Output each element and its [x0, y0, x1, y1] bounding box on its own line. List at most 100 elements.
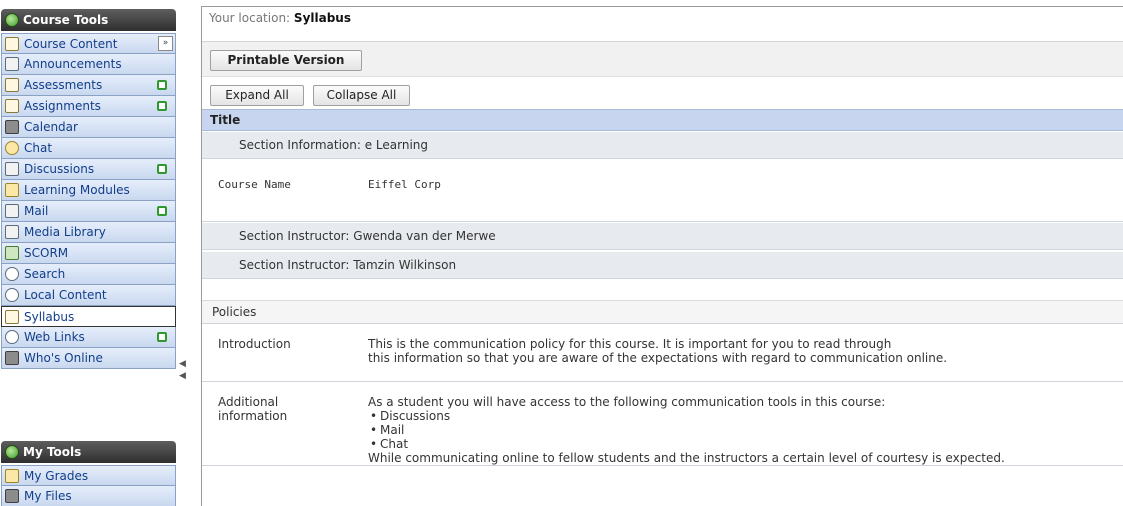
sidebar-item-announcements[interactable]: Announcements: [1, 54, 176, 75]
introduction-text: This is the communication policy for thi…: [368, 337, 1108, 365]
sidebar-item-label: Web Links: [24, 330, 85, 344]
sidebar-item-scorm[interactable]: SCORM: [1, 243, 176, 264]
additional-intro: As a student you will have access to the…: [368, 395, 886, 409]
discussions-icon: [5, 162, 19, 176]
learning-modules-icon: [5, 183, 19, 197]
assessments-icon: [5, 78, 19, 92]
list-item: Discussions: [368, 409, 1108, 423]
sidebar-item-mail[interactable]: Mail: [1, 201, 176, 222]
additional-closing: While communicating online to fellow stu…: [368, 451, 1005, 465]
communication-tools-list: Discussions Mail Chat: [368, 409, 1108, 451]
my-tools-icon: [5, 445, 19, 459]
list-item: Mail: [368, 423, 1108, 437]
additional-information-label: Additional information: [218, 395, 348, 423]
sidebar-item-label: Who's Online: [24, 351, 103, 365]
sidebar-item-label: Course Content: [24, 37, 118, 51]
sidebar-item-label: Discussions: [24, 162, 95, 176]
sidebar-item-assessments[interactable]: Assessments: [1, 75, 176, 96]
my-files-icon: [5, 489, 19, 503]
sidebar-item-discussions[interactable]: Discussions: [1, 159, 176, 180]
my-tools-list: My Grades My Files: [1, 465, 176, 506]
search-icon: [5, 267, 19, 281]
list-item: Chat: [368, 437, 1108, 451]
course-name-row: Course Name Eiffel Corp: [202, 160, 1123, 222]
sidebar-item-web-links[interactable]: Web Links: [1, 327, 176, 348]
my-tools-header-label: My Tools: [23, 445, 82, 459]
mail-icon: [5, 204, 19, 218]
new-item-badge: [157, 80, 167, 90]
sidebar-item-course-content[interactable]: Course Content »: [1, 33, 176, 54]
introduction-line: this information so that you are aware o…: [368, 351, 948, 365]
course-tools-list: Course Content » Announcements Assessmen…: [1, 33, 176, 369]
sidebar-item-search[interactable]: Search: [1, 264, 176, 285]
sidebar-item-label: Mail: [24, 204, 49, 218]
new-item-badge: [157, 101, 167, 111]
sidebar-item-learning-modules[interactable]: Learning Modules: [1, 180, 176, 201]
scorm-icon: [5, 246, 19, 260]
section-instructor-row[interactable]: Section Instructor: Tamzin Wilkinson: [202, 252, 1123, 279]
additional-label-line: information: [218, 409, 288, 423]
sidebar-item-label: My Grades: [24, 469, 89, 483]
sidebar-item-my-grades[interactable]: My Grades: [1, 465, 176, 486]
sidebar-item-media-library[interactable]: Media Library: [1, 222, 176, 243]
sidebar-item-chat[interactable]: Chat: [1, 138, 176, 159]
course-tools-icon: [5, 13, 19, 27]
course-content-icon: [5, 37, 19, 51]
sidebar-item-label: Assessments: [24, 78, 103, 92]
breadcrumb-current: Syllabus: [293, 11, 351, 25]
assignments-icon: [5, 99, 19, 113]
new-item-badge: [157, 332, 167, 342]
introduction-line: This is the communication policy for thi…: [368, 337, 892, 351]
sidebar-item-my-files[interactable]: My Files: [1, 486, 176, 506]
whos-online-icon: [5, 351, 19, 365]
course-name-value: Eiffel Corp: [368, 178, 441, 191]
section-information-row[interactable]: Section Information: e Learning: [202, 132, 1123, 159]
new-item-badge: [157, 206, 167, 216]
section-instructor-row[interactable]: Section Instructor: Gwenda van der Merwe: [202, 223, 1123, 250]
sidebar-item-label: Search: [24, 267, 66, 281]
sidebar-item-label: Local Content: [24, 288, 107, 302]
sidebar-item-label: Learning Modules: [24, 183, 130, 197]
policies-header[interactable]: Policies: [202, 300, 1123, 324]
additional-information-text: As a student you will have access to the…: [368, 395, 1108, 465]
sidebar-item-label: Chat: [24, 141, 53, 155]
expand-all-button[interactable]: Expand All: [210, 85, 304, 106]
sidebar-item-syllabus[interactable]: Syllabus: [1, 306, 176, 327]
web-links-globe-icon: [5, 330, 19, 344]
printable-version-button[interactable]: Printable Version: [210, 50, 362, 71]
announcements-icon: [5, 57, 19, 71]
course-tools-header[interactable]: Course Tools: [1, 9, 176, 31]
title-header[interactable]: Title: [202, 109, 1123, 131]
collapse-all-button[interactable]: Collapse All: [313, 85, 410, 106]
chevron-down-icon[interactable]: »: [158, 36, 173, 51]
media-library-icon: [5, 225, 19, 239]
my-grades-icon: [5, 469, 19, 483]
sidebar-item-label: Calendar: [24, 120, 78, 134]
course-name-label: Course Name: [218, 178, 291, 191]
sidebar-item-local-content[interactable]: Local Content: [1, 285, 176, 306]
sidebar-item-calendar[interactable]: Calendar: [1, 117, 176, 138]
sidebar-item-label: SCORM: [24, 246, 69, 260]
introduction-label: Introduction: [218, 337, 291, 351]
sidebar: Course Tools Course Content » Announceme…: [0, 0, 194, 506]
chat-bubble-icon: [5, 141, 19, 155]
sidebar-item-label: Assignments: [24, 99, 101, 113]
sidebar-item-label: Announcements: [24, 57, 122, 71]
syllabus-icon: [5, 310, 19, 324]
course-tools-header-label: Course Tools: [23, 13, 109, 27]
sidebar-item-label: Syllabus: [24, 310, 75, 324]
sidebar-item-label: Media Library: [24, 225, 106, 239]
introduction-row: Introduction This is the communication p…: [202, 325, 1123, 382]
my-tools-header[interactable]: My Tools: [1, 441, 176, 463]
main-content: Your location: Syllabus Printable Versio…: [201, 6, 1123, 506]
sidebar-item-label: My Files: [24, 489, 72, 503]
local-content-icon: [5, 288, 19, 302]
additional-label-line: Additional: [218, 395, 279, 409]
breadcrumb-prefix: Your location:: [209, 11, 291, 25]
additional-information-row: Additional information As a student you …: [202, 383, 1123, 466]
sidebar-splitter-arrows[interactable]: ◀ ◀: [179, 358, 191, 408]
sidebar-item-assignments[interactable]: Assignments: [1, 96, 176, 117]
new-item-badge: [157, 164, 167, 174]
sidebar-item-whos-online[interactable]: Who's Online: [1, 348, 176, 369]
calendar-icon: [5, 120, 19, 134]
